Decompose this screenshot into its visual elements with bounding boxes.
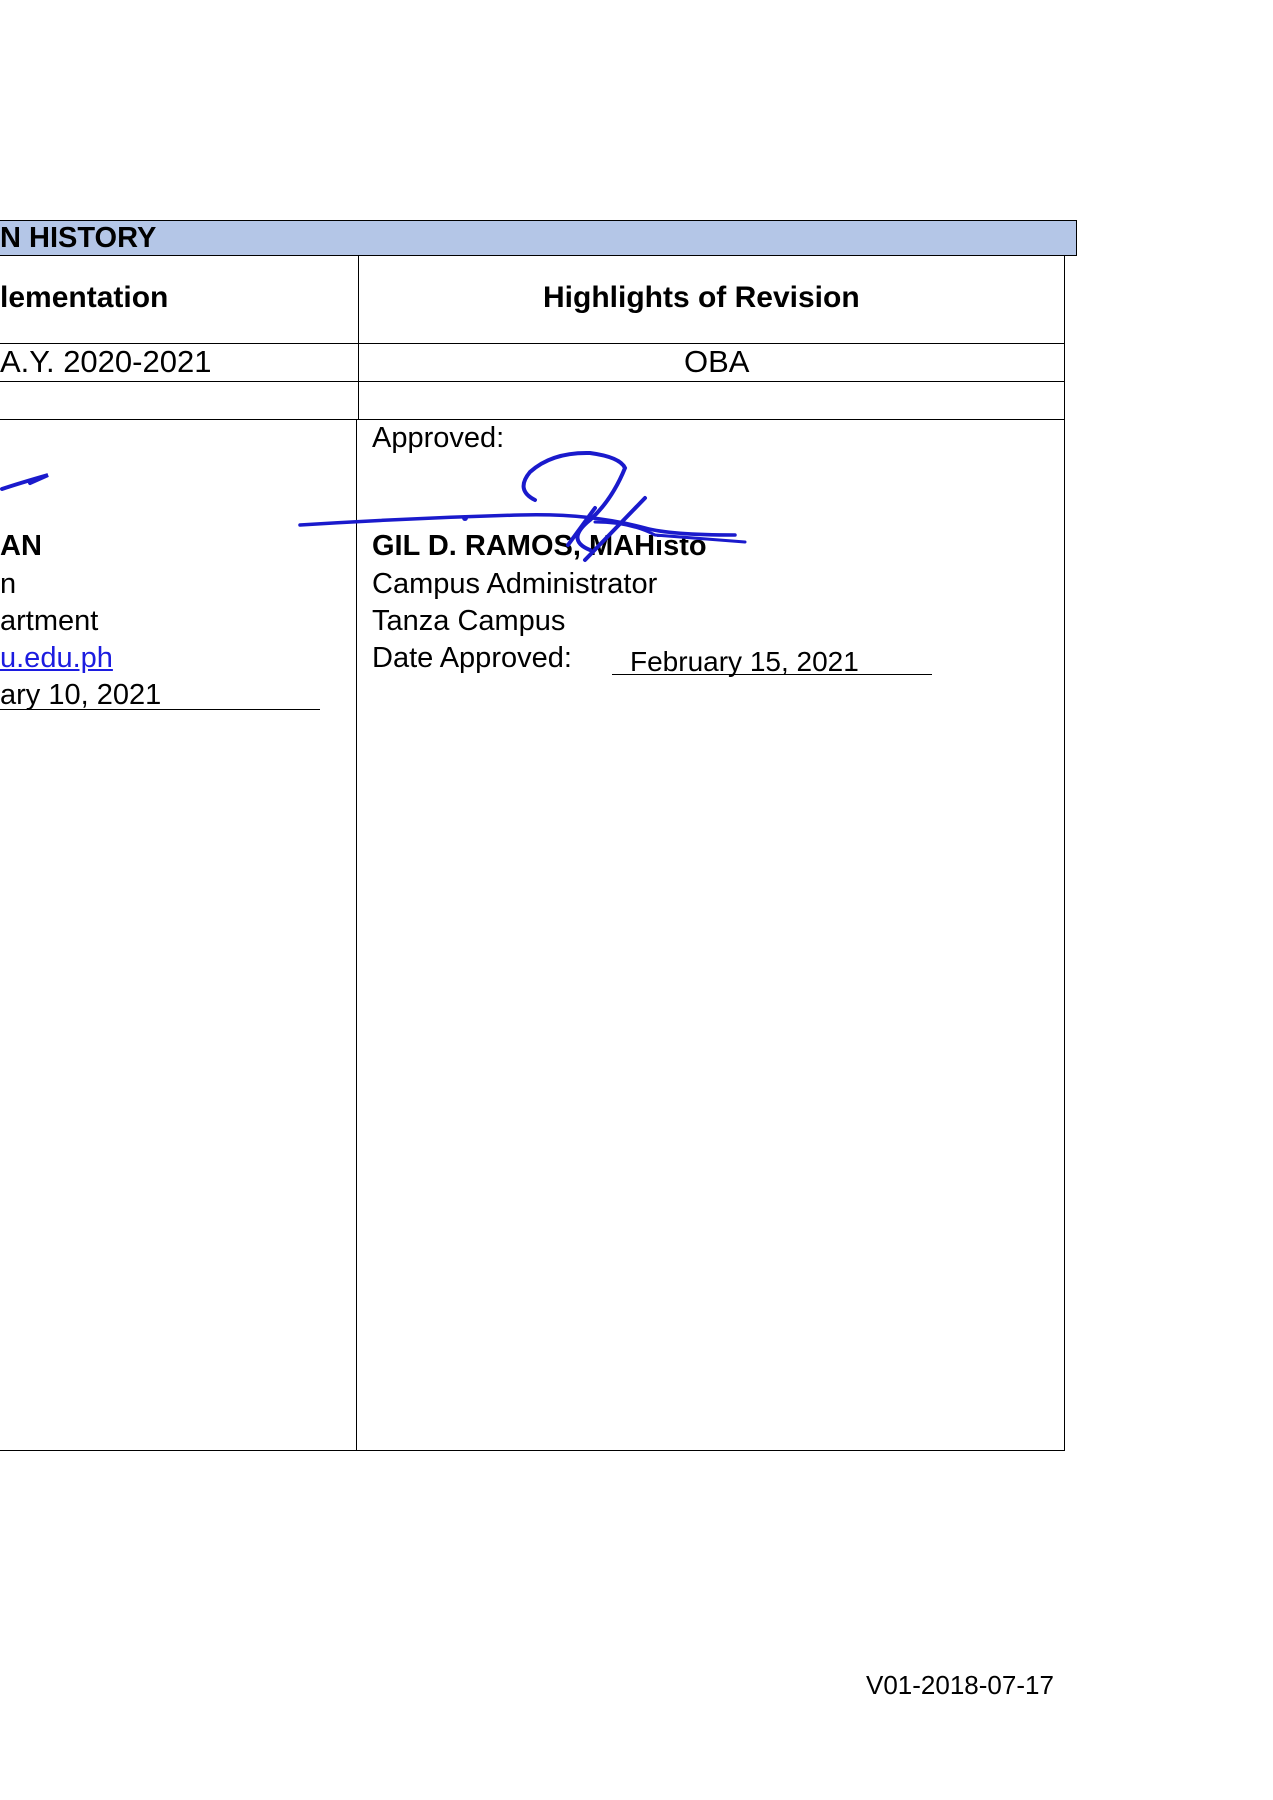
prepared-by-date-underline [0,709,320,710]
table-right-border [1064,256,1065,1451]
table-cell-implementation: A.Y. 2020-2021 [0,344,212,379]
prepared-by-name: AN [0,530,42,562]
table-bottom-border [0,1450,1065,1451]
prepared-by-email-link[interactable]: u.edu.ph [0,640,113,677]
table-row-divider-2 [0,381,1065,382]
table-row-divider-3 [0,419,1065,420]
approver-campus: Tanza Campus [372,605,566,637]
approver-signature [298,450,747,562]
revision-history-title: N HISTORY [0,222,157,254]
table-cell-highlights: OBA [684,344,750,379]
document-version-code: V01-2018-07-17 [866,1670,1054,1700]
date-approved-underline [612,674,932,675]
column-header-highlights: Highlights of Revision [543,281,860,314]
table-column-divider-upper [358,256,359,420]
prepared-by-position: n [0,568,17,600]
revision-history-header-band [0,220,1077,256]
prepared-by-department: artment [0,605,99,637]
date-approved-label: Date Approved: [372,642,572,674]
column-header-implementation: lementation [0,281,169,314]
prepared-signature-fragment [0,473,49,491]
